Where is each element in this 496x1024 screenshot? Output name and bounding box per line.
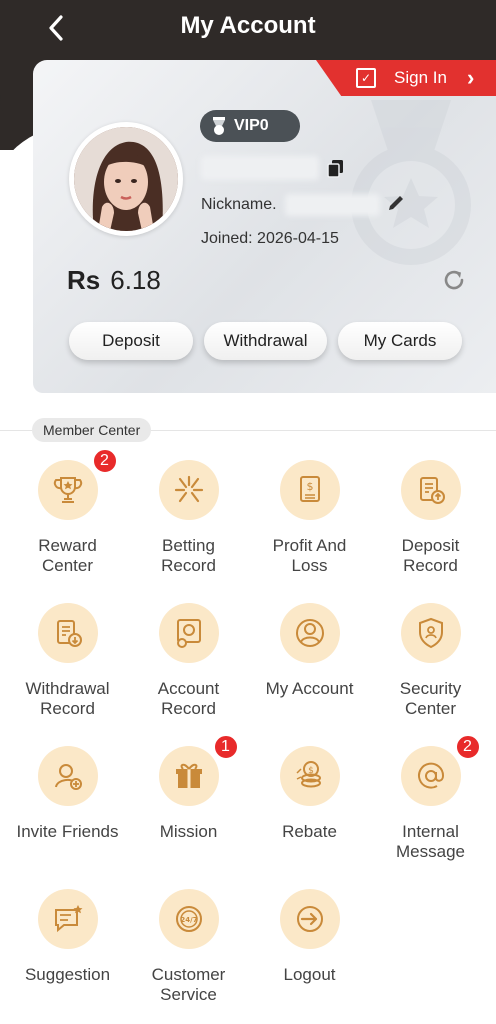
sign-in-label: Sign In <box>394 68 447 87</box>
page-title: My Account <box>180 12 316 39</box>
notification-badge: 2 <box>454 734 481 760</box>
menu-item-label: Mission <box>159 822 218 841</box>
balance-currency: Rs <box>67 265 101 295</box>
refresh-icon[interactable] <box>441 267 467 293</box>
pencil-icon[interactable] <box>386 193 406 213</box>
withdrawal-button[interactable]: Withdrawal <box>204 322 327 360</box>
menu-item-reward-center[interactable]: 2 Reward Center <box>7 448 128 576</box>
menu-item-profit-and-loss[interactable]: $ Profit And Loss <box>249 460 370 576</box>
avatar[interactable] <box>69 122 183 236</box>
menu-item-mission[interactable]: 1 Mission <box>128 734 249 842</box>
menu-item-customer-service[interactable]: 24/7 Customer Service <box>128 889 249 1005</box>
menu-item-label: Account Record <box>157 679 220 718</box>
balance-display: Rs 6.18 <box>67 265 161 296</box>
gift-icon: 1 <box>158 734 239 806</box>
vip-medal-icon <box>213 117 225 135</box>
my-cards-button[interactable]: My Cards <box>338 322 462 360</box>
medal-watermark-icon <box>351 100 471 265</box>
suggestion-icon <box>37 889 98 949</box>
menu-item-label: Customer Service <box>151 965 226 1004</box>
menu-item-label: Suggestion <box>24 965 111 984</box>
balance-value: 6.18 <box>110 265 161 295</box>
member-center-title: Member Center <box>32 418 152 442</box>
notification-badge: 2 <box>91 448 118 474</box>
avatar-portrait <box>74 127 178 231</box>
menu-item-label: Withdrawal Record <box>25 679 110 718</box>
menu-item-label: Reward Center <box>38 536 97 575</box>
at-icon: 2 <box>400 734 481 806</box>
menu-item-label: My Account <box>265 679 354 698</box>
menu-item-logout[interactable]: Logout <box>249 889 370 985</box>
menu-item-security-center[interactable]: Security Center <box>370 603 491 719</box>
vip-label: VIP0 <box>234 117 269 134</box>
deposit-record-icon <box>400 460 461 520</box>
notification-badge: 1 <box>212 734 239 760</box>
svg-text:$: $ <box>306 480 313 493</box>
menu-item-account-record[interactable]: Account Record <box>128 603 249 719</box>
shield-icon <box>400 603 461 663</box>
menu-item-label: Logout <box>283 965 336 984</box>
trophy-icon: 2 <box>37 448 118 520</box>
profile-card: ✓ Sign In › VIP0 Nickname. Joined: 2026-… <box>33 60 496 393</box>
menu-item-label: Invite Friends <box>16 822 119 841</box>
menu-item-deposit-record[interactable]: Deposit Record <box>370 460 491 576</box>
sign-in-button[interactable]: ✓ Sign In › <box>316 60 496 96</box>
invite-icon <box>37 746 98 806</box>
menu-item-my-account[interactable]: My Account <box>249 603 370 699</box>
copy-icon[interactable] <box>327 159 345 179</box>
menu-item-invite-friends[interactable]: Invite Friends <box>7 746 128 842</box>
withdrawal-record-icon <box>37 603 98 663</box>
menu-item-withdrawal-record[interactable]: Withdrawal Record <box>7 603 128 719</box>
deposit-button[interactable]: Deposit <box>69 322 193 360</box>
nickname-obscured <box>285 194 380 216</box>
vip-badge[interactable]: VIP0 <box>200 110 300 142</box>
menu-item-rebate[interactable]: $ Rebate <box>249 746 370 842</box>
profit-icon: $ <box>279 460 340 520</box>
user-icon <box>279 603 340 663</box>
menu-item-label: Internal Message <box>396 822 465 861</box>
service-icon: 24/7 <box>158 889 219 949</box>
avatar-image <box>74 127 178 231</box>
menu-item-label: Profit And Loss <box>272 536 347 575</box>
betting-icon <box>158 460 219 520</box>
svg-text:$: $ <box>308 766 314 776</box>
logout-icon <box>279 889 340 949</box>
joined-date: Joined: 2026-04-15 <box>201 230 339 247</box>
menu-item-label: Rebate <box>282 822 337 841</box>
menu-item-suggestion[interactable]: Suggestion <box>7 889 128 985</box>
menu-item-betting-record[interactable]: Betting Record <box>128 460 249 576</box>
nickname-label: Nickname. <box>201 196 277 213</box>
account-record-icon <box>158 603 219 663</box>
menu-item-label: Betting Record <box>161 536 216 575</box>
menu-item-label: Deposit Record <box>401 536 460 575</box>
chevron-right-icon: › <box>466 65 475 90</box>
menu-item-label: Security Center <box>399 679 462 718</box>
username-obscured <box>201 156 319 180</box>
svg-text:24/7: 24/7 <box>180 916 197 924</box>
menu-item-internal-message[interactable]: 2 Internal Message <box>370 734 491 862</box>
calendar-check-icon: ✓ <box>356 68 376 88</box>
coins-icon: $ <box>279 746 340 806</box>
